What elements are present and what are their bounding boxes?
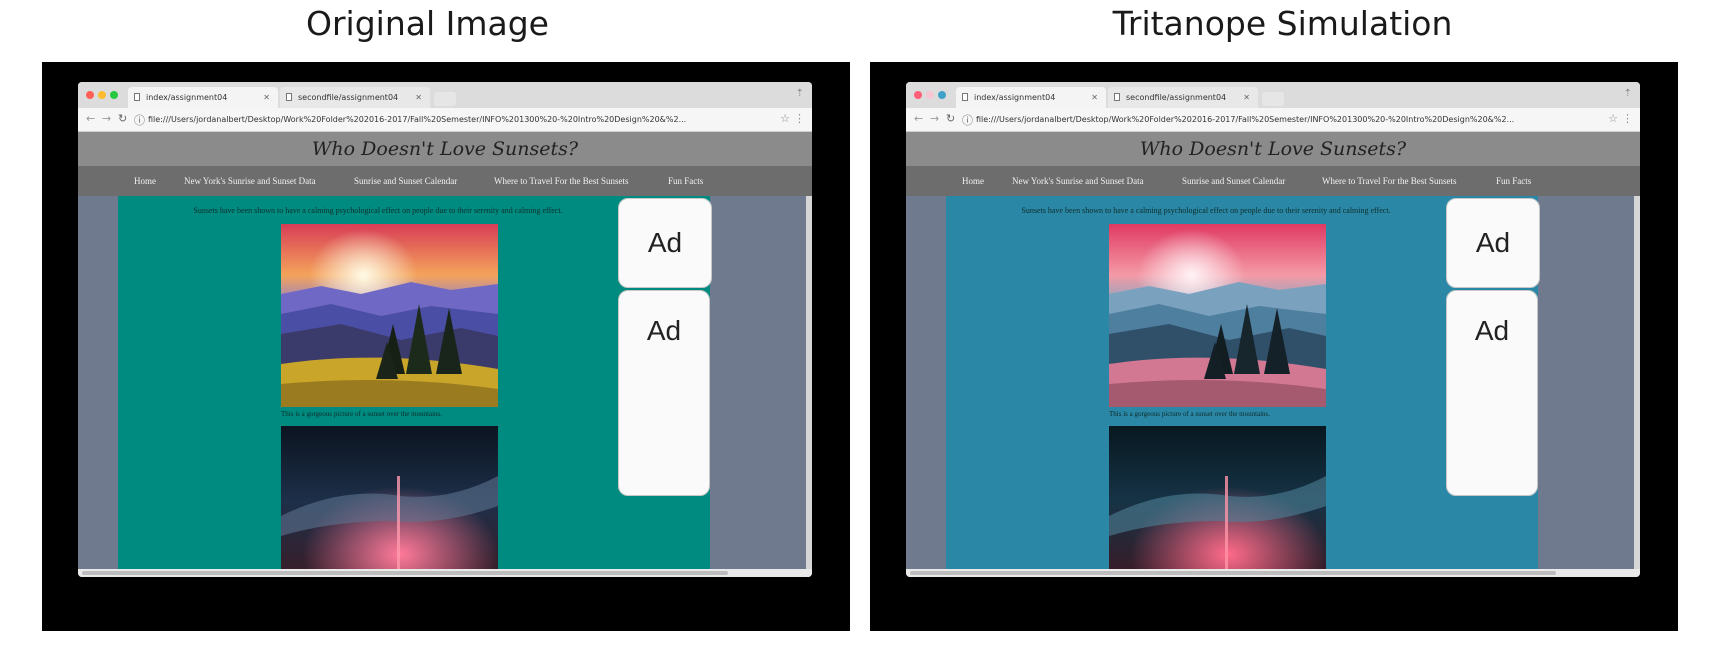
back-icon[interactable]: ← xyxy=(86,112,95,125)
new-tab-button[interactable] xyxy=(1262,92,1284,106)
info-icon: ⓘ xyxy=(134,114,145,127)
tab-bar: index/assignment04 ✕ secondfile/assignme… xyxy=(906,82,1640,108)
panel-title-original: Original Image xyxy=(306,4,549,43)
new-tab-button[interactable] xyxy=(434,92,456,106)
zoom-window-button[interactable] xyxy=(110,91,118,99)
ad-box-bottom[interactable]: Ad xyxy=(1446,290,1538,496)
nav-link-travel[interactable]: Where to Travel For the Best Sunsets xyxy=(494,166,629,196)
nav-link-ny-data[interactable]: New York's Sunrise and Sunset Data xyxy=(1012,166,1144,196)
url-field[interactable]: file:///Users/jordanalbert/Desktop/Work%… xyxy=(976,113,1596,127)
tab-label: secondfile/assignment04 xyxy=(1126,93,1227,102)
close-window-button[interactable] xyxy=(914,91,922,99)
nav-link-calendar[interactable]: Sunrise and Sunset Calendar xyxy=(1182,166,1285,196)
nav-link-ny-data[interactable]: New York's Sunrise and Sunset Data xyxy=(184,166,316,196)
horizontal-scrollbar[interactable] xyxy=(78,569,812,577)
page-viewport: Who Doesn't Love Sunsets? Home New York'… xyxy=(78,132,812,577)
night-sky-photo xyxy=(1109,426,1326,577)
close-icon[interactable]: ✕ xyxy=(1243,87,1250,108)
site-nav: Home New York's Sunrise and Sunset Data … xyxy=(78,166,812,196)
star-icon[interactable]: ☆ xyxy=(780,112,790,125)
ad-box-top[interactable]: Ad xyxy=(1446,198,1540,288)
tab-label: secondfile/assignment04 xyxy=(298,93,399,102)
close-icon[interactable]: ✕ xyxy=(415,87,422,108)
scroll-thumb[interactable] xyxy=(910,571,1556,575)
menu-icon[interactable]: ⋮ xyxy=(794,112,805,125)
site-nav: Home New York's Sunrise and Sunset Data … xyxy=(906,166,1640,196)
mountain-sunset-photo xyxy=(281,224,498,407)
reload-icon[interactable]: ↻ xyxy=(946,112,955,125)
doc-icon xyxy=(1114,93,1120,101)
photo-caption: This is a gorgeous picture of a sunset o… xyxy=(1109,410,1271,418)
close-icon[interactable]: ✕ xyxy=(263,87,270,108)
intro-text: Sunsets have been shown to have a calmin… xyxy=(1021,206,1391,215)
url-field[interactable]: file:///Users/jordanalbert/Desktop/Work%… xyxy=(148,113,768,127)
nav-link-calendar[interactable]: Sunrise and Sunset Calendar xyxy=(354,166,457,196)
profile-icon[interactable]: ⇡ xyxy=(1624,88,1632,99)
doc-icon xyxy=(134,93,140,101)
minimize-window-button[interactable] xyxy=(926,91,934,99)
nav-link-travel[interactable]: Where to Travel For the Best Sunsets xyxy=(1322,166,1457,196)
address-bar: ← → ↻ ⓘ file:///Users/jordanalbert/Deskt… xyxy=(78,108,812,132)
minimize-window-button[interactable] xyxy=(98,91,106,99)
menu-icon[interactable]: ⋮ xyxy=(1622,112,1633,125)
reload-icon[interactable]: ↻ xyxy=(118,112,127,125)
page-viewport: Who Doesn't Love Sunsets? Home New York'… xyxy=(906,132,1640,577)
tab-secondfile[interactable]: secondfile/assignment04 ✕ xyxy=(1108,87,1258,108)
star-icon[interactable]: ☆ xyxy=(1608,112,1618,125)
nav-link-home[interactable]: Home xyxy=(962,166,984,196)
horizontal-scrollbar[interactable] xyxy=(906,569,1640,577)
vertical-scrollbar[interactable] xyxy=(806,196,812,569)
tab-bar: index/assignment04 ✕ secondfile/assignme… xyxy=(78,82,812,108)
browser-window: index/assignment04 ✕ secondfile/assignme… xyxy=(78,82,812,577)
doc-icon xyxy=(286,93,292,101)
forward-icon[interactable]: → xyxy=(102,112,111,125)
back-icon[interactable]: ← xyxy=(914,112,923,125)
vertical-scrollbar[interactable] xyxy=(1634,196,1640,569)
info-icon: ⓘ xyxy=(962,114,973,127)
doc-icon xyxy=(962,93,968,101)
nav-link-fun-facts[interactable]: Fun Facts xyxy=(668,166,703,196)
tab-label: index/assignment04 xyxy=(974,93,1056,102)
tab-secondfile[interactable]: secondfile/assignment04 ✕ xyxy=(280,87,430,108)
browser-window: index/assignment04 ✕ secondfile/assignme… xyxy=(906,82,1640,577)
photo-caption: This is a gorgeous picture of a sunset o… xyxy=(281,410,443,418)
nav-link-fun-facts[interactable]: Fun Facts xyxy=(1496,166,1531,196)
panel-title-tritanope: Tritanope Simulation xyxy=(1112,4,1453,43)
ad-box-top[interactable]: Ad xyxy=(618,198,712,288)
tab-index[interactable]: index/assignment04 ✕ xyxy=(128,87,278,108)
profile-icon[interactable]: ⇡ xyxy=(796,88,804,99)
site-title: Who Doesn't Love Sunsets? xyxy=(78,132,812,166)
night-sky-photo xyxy=(281,426,498,577)
tab-index[interactable]: index/assignment04 ✕ xyxy=(956,87,1106,108)
intro-text: Sunsets have been shown to have a calmin… xyxy=(193,206,563,215)
close-window-button[interactable] xyxy=(86,91,94,99)
zoom-window-button[interactable] xyxy=(938,91,946,99)
nav-link-home[interactable]: Home xyxy=(134,166,156,196)
mountain-sunset-photo xyxy=(1109,224,1326,407)
main-content: Sunsets have been shown to have a calmin… xyxy=(118,196,712,577)
main-content: Sunsets have been shown to have a calmin… xyxy=(946,196,1540,577)
original-panel: index/assignment04 ✕ secondfile/assignme… xyxy=(42,62,850,631)
tritanope-panel: index/assignment04 ✕ secondfile/assignme… xyxy=(870,62,1678,631)
address-bar: ← → ↻ ⓘ file:///Users/jordanalbert/Deskt… xyxy=(906,108,1640,132)
ad-box-bottom[interactable]: Ad xyxy=(618,290,710,496)
site-title: Who Doesn't Love Sunsets? xyxy=(906,132,1640,166)
tab-label: index/assignment04 xyxy=(146,93,228,102)
scroll-thumb[interactable] xyxy=(82,571,728,575)
close-icon[interactable]: ✕ xyxy=(1091,87,1098,108)
forward-icon[interactable]: → xyxy=(930,112,939,125)
